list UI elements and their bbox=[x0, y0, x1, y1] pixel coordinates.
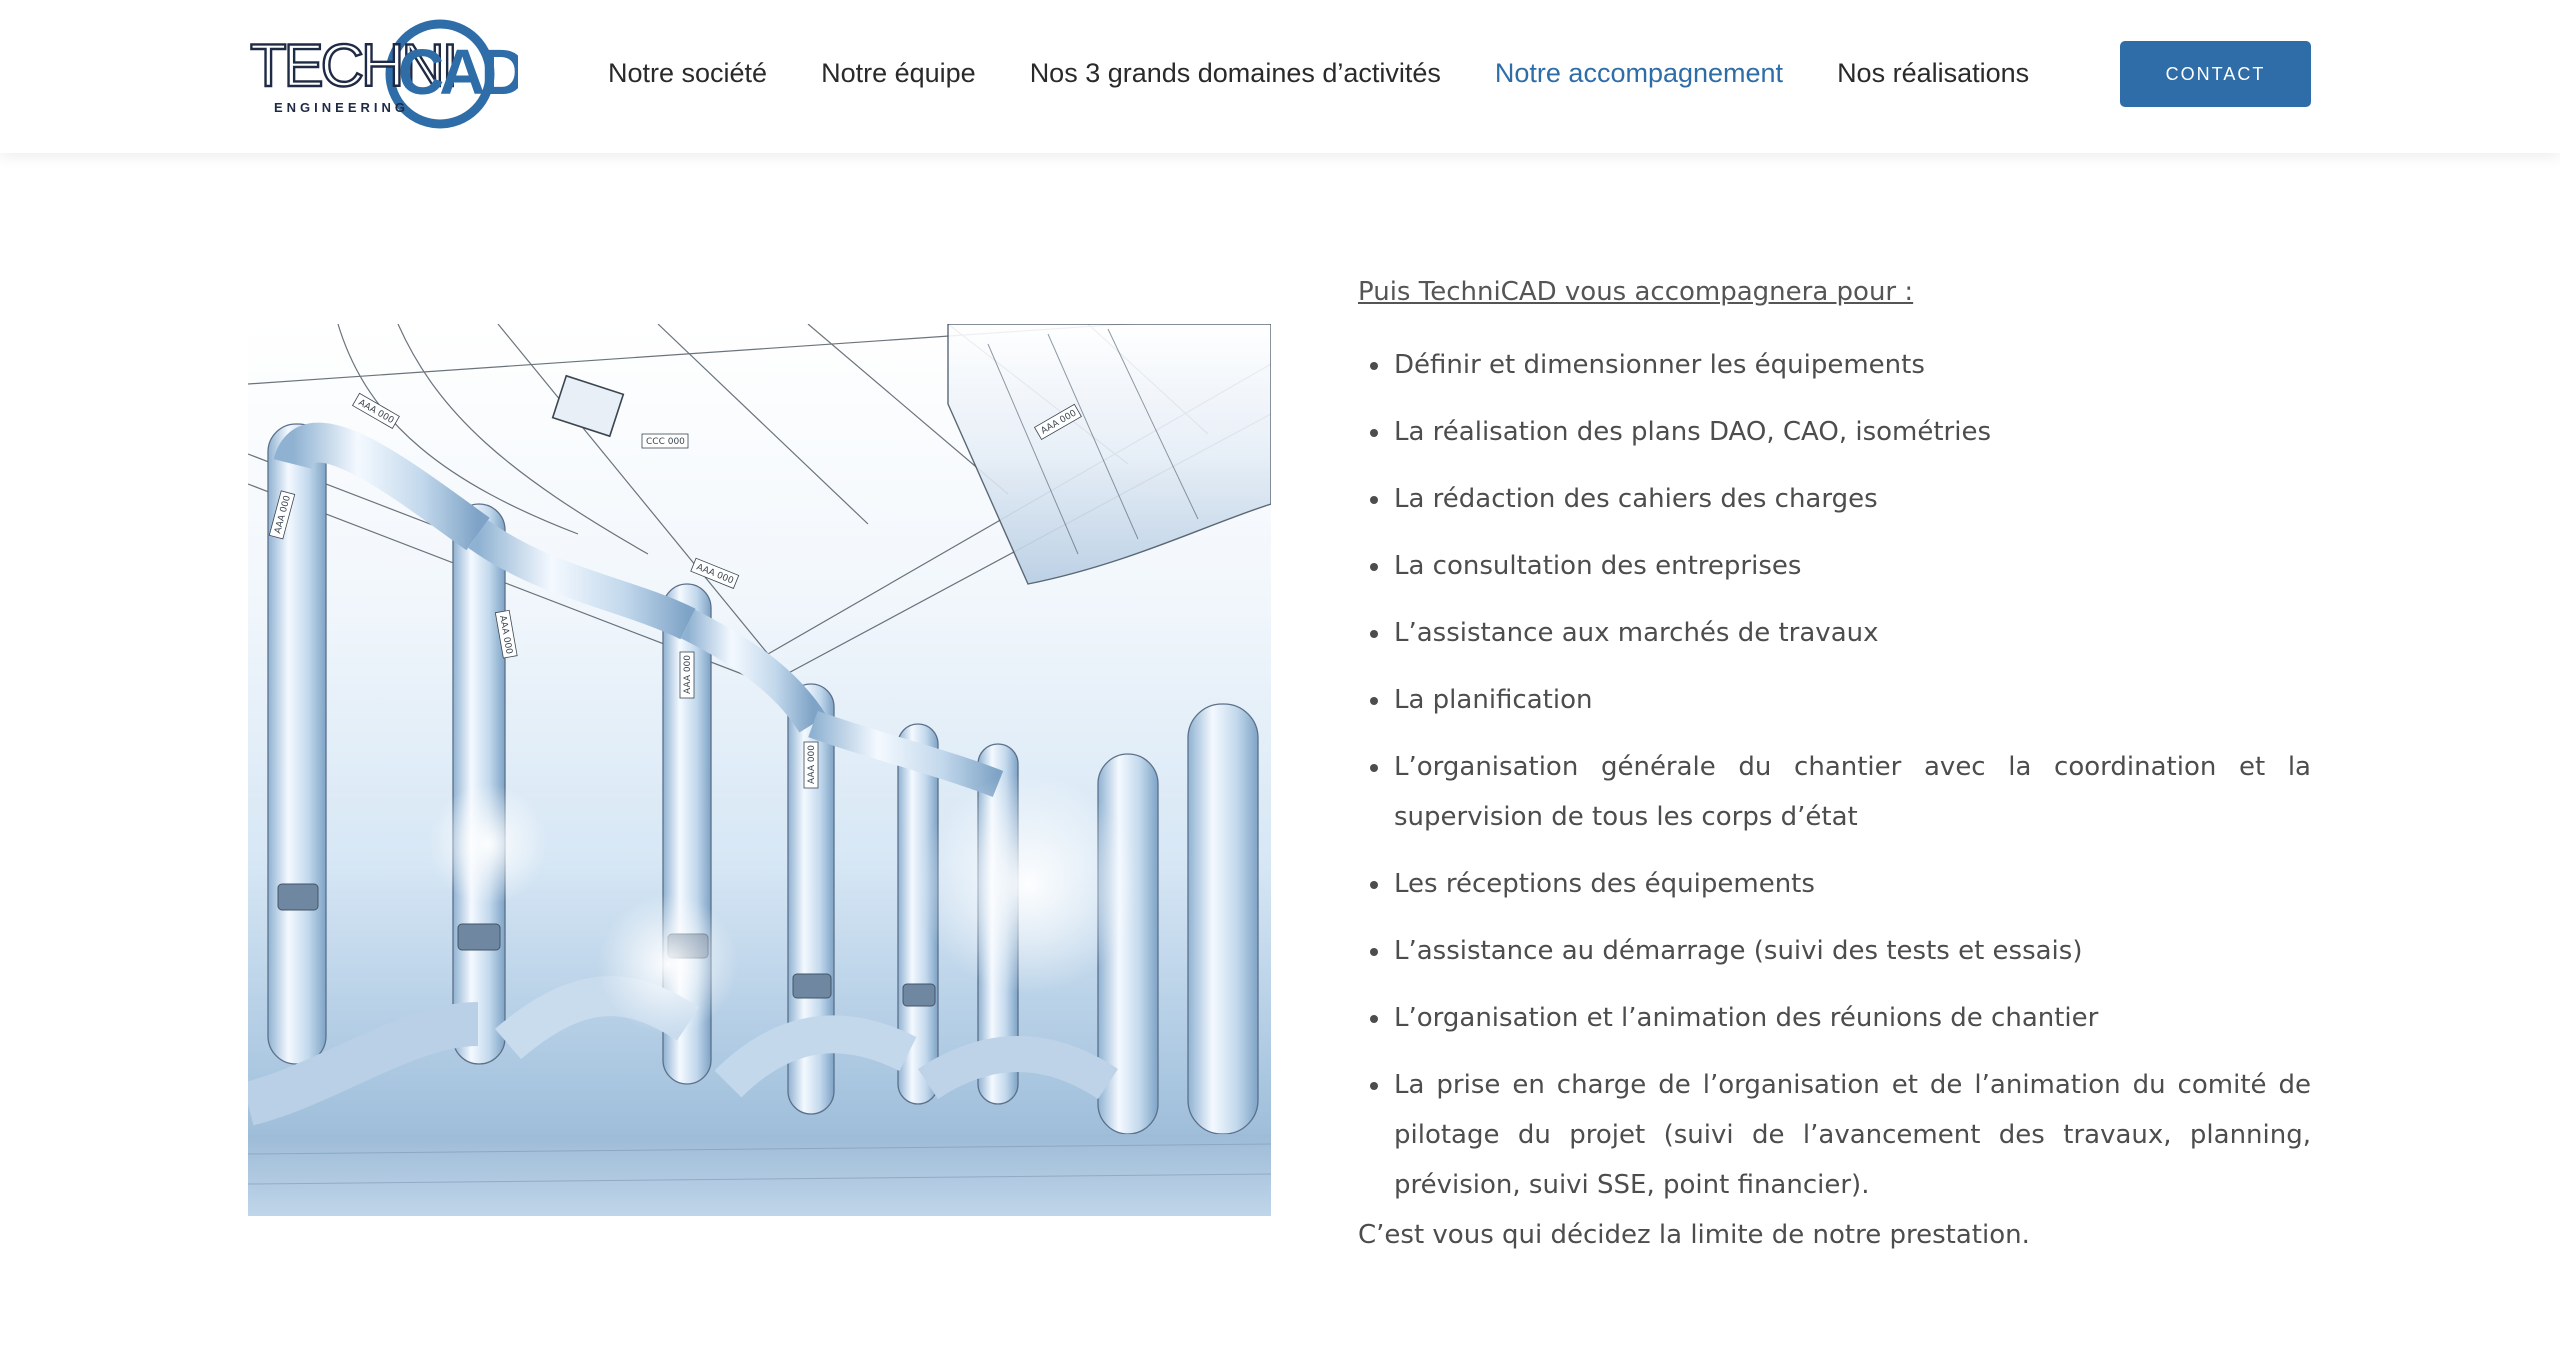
services-list: Définir et dimensionner les équipements … bbox=[1358, 340, 2311, 1210]
list-item: La planification bbox=[1358, 675, 2311, 725]
list-item: La prise en charge de l’organisation et … bbox=[1358, 1060, 2311, 1210]
tag-label: AAA 000 bbox=[807, 745, 817, 784]
list-item: L’organisation et l’animation des réunio… bbox=[1358, 993, 2311, 1043]
main-nav: Notre société Notre équipe Nos 3 grands … bbox=[608, 0, 2029, 146]
nav-item-accompagnement[interactable]: Notre accompagnement bbox=[1495, 58, 1783, 89]
nav-item-equipe[interactable]: Notre équipe bbox=[821, 58, 976, 89]
logo-text-right: CAD bbox=[398, 36, 518, 108]
list-item: La réalisation des plans DAO, CAO, isomé… bbox=[1358, 407, 2311, 457]
list-item: L’organisation générale du chantier avec… bbox=[1358, 742, 2311, 842]
nav-item-realisations[interactable]: Nos réalisations bbox=[1837, 58, 2029, 89]
logo-text-sub: ENGINEERING bbox=[274, 100, 409, 115]
tag-label: AAA 000 bbox=[683, 655, 693, 694]
list-item: L’assistance au démarrage (suivi des tes… bbox=[1358, 926, 2311, 976]
intro-text: Puis TechniCAD vous accompagnera pour : bbox=[1358, 277, 1914, 307]
site-header: TECHNI CAD ENGINEERING Notre société Not… bbox=[0, 0, 2560, 153]
nav-item-domaines[interactable]: Nos 3 grands domaines d’activités bbox=[1030, 58, 1441, 89]
contact-button[interactable]: CONTACT bbox=[2120, 41, 2311, 107]
list-item: Les réceptions des équipements bbox=[1358, 859, 2311, 909]
list-item: Définir et dimensionner les équipements bbox=[1358, 340, 2311, 390]
tag-label: CCC 000 bbox=[646, 437, 685, 447]
accompaniment-content: Puis TechniCAD vous accompagnera pour : … bbox=[1358, 272, 2311, 1260]
list-item: La rédaction des cahiers des charges bbox=[1358, 474, 2311, 524]
industrial-piping-image: AAA 000 CCC 000 AAA 000 AAA 000 AAA 000 … bbox=[248, 324, 1271, 1216]
piping-illustration: AAA 000 CCC 000 AAA 000 AAA 000 AAA 000 … bbox=[248, 324, 1271, 1216]
nav-item-societe[interactable]: Notre société bbox=[608, 58, 767, 89]
outro-text: C’est vous qui décidez la limite de notr… bbox=[1358, 1220, 2030, 1250]
list-item: La consultation des entreprises bbox=[1358, 541, 2311, 591]
logo-graphic: TECHNI CAD ENGINEERING bbox=[249, 19, 518, 129]
technicad-logo[interactable]: TECHNI CAD ENGINEERING bbox=[248, 16, 518, 134]
list-item: L’assistance aux marchés de travaux bbox=[1358, 608, 2311, 658]
